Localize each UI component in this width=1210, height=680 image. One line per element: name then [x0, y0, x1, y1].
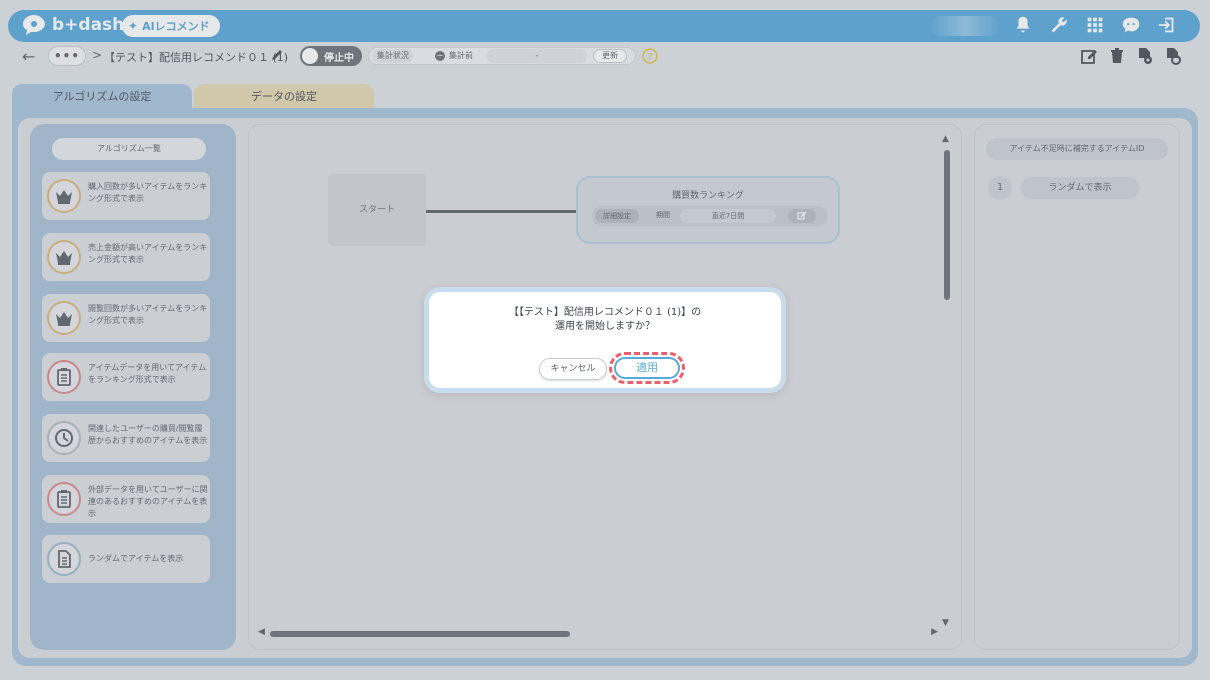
dialog-message-line1: 【【テスト】配信用レコメンド０１ (1)】の [508, 307, 702, 318]
apply-highlight: 適用 [609, 352, 685, 384]
confirm-dialog: 【【テスト】配信用レコメンド０１ (1)】の 運用を開始しますか？ キャンセル … [424, 287, 786, 393]
apply-button[interactable]: 適用 [614, 357, 680, 379]
dialog-message-line2: 運用を開始しますか？ [555, 321, 655, 332]
cancel-button[interactable]: キャンセル [539, 358, 607, 380]
dialog-message: 【【テスト】配信用レコメンド０１ (1)】の 運用を開始しますか？ [429, 306, 781, 334]
